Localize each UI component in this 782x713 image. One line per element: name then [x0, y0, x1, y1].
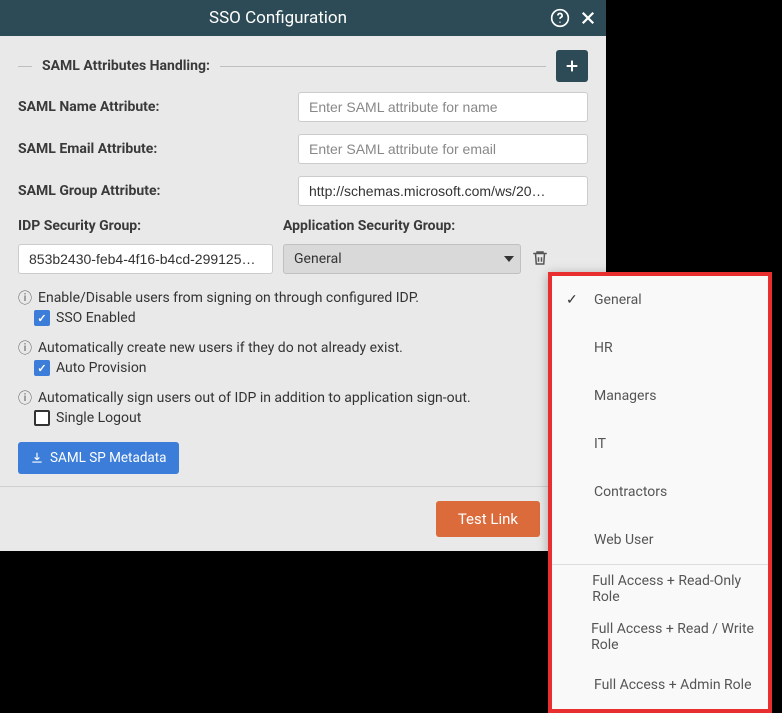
idp-group-input[interactable]: [18, 244, 273, 274]
sso-config-modal: SSO Configuration SAML Attributes Handli…: [0, 0, 606, 551]
dropdown-item-managers[interactable]: Managers: [552, 372, 768, 420]
close-icon[interactable]: [574, 4, 602, 32]
idp-group-label: IDP Security Group:: [18, 218, 283, 234]
modal-header: SSO Configuration: [0, 0, 606, 36]
test-link-button[interactable]: Test Link: [436, 501, 540, 537]
autoprov-desc: Automatically create new users if they d…: [38, 340, 403, 356]
dropdown-item-it[interactable]: IT: [552, 420, 768, 468]
dropdown-item-contractors[interactable]: Contractors: [552, 468, 768, 516]
info-icon: ⓘ: [18, 338, 34, 358]
dropdown-item-web-user[interactable]: Web User: [552, 516, 768, 564]
dropdown-item-full-admin[interactable]: Full Access + Admin Role: [552, 661, 768, 709]
sso-enabled-checkbox[interactable]: [34, 310, 50, 326]
check-icon: ✓: [566, 292, 584, 308]
help-icon[interactable]: [546, 4, 574, 32]
info-icon: ⓘ: [18, 288, 34, 308]
app-group-label: Application Security Group:: [283, 218, 455, 234]
email-attr-input[interactable]: [298, 134, 588, 164]
saml-metadata-button[interactable]: SAML SP Metadata: [18, 442, 179, 474]
modal-body: SAML Attributes Handling: SAML Name Attr…: [0, 36, 606, 486]
sso-desc: Enable/Disable users from signing on thr…: [38, 290, 419, 306]
app-group-dropdown[interactable]: General: [283, 244, 521, 274]
auto-provision-checkbox[interactable]: [34, 360, 50, 376]
dropdown-item-general[interactable]: ✓ General: [552, 276, 768, 324]
auto-provision-label: Auto Provision: [56, 360, 147, 376]
single-logout-label: Single Logout: [56, 410, 141, 426]
delete-mapping-button[interactable]: [531, 249, 551, 269]
info-icon: ⓘ: [18, 388, 34, 408]
sso-enabled-label: SSO Enabled: [56, 310, 136, 326]
name-attr-input[interactable]: [298, 92, 588, 122]
email-attr-label: SAML Email Attribute:: [18, 141, 298, 157]
meta-btn-label: SAML SP Metadata: [50, 450, 167, 466]
dropdown-selected-text: General: [294, 251, 504, 267]
dropdown-item-full-readonly[interactable]: Full Access + Read-Only Role: [552, 565, 768, 613]
modal-footer: Test Link S: [0, 486, 606, 551]
add-attribute-button[interactable]: [556, 50, 588, 82]
chevron-down-icon: [504, 256, 514, 262]
single-logout-checkbox[interactable]: [34, 410, 50, 426]
section-header: SAML Attributes Handling:: [18, 50, 588, 82]
app-group-dropdown-panel: ✓ General HR Managers IT Contractors Web…: [548, 272, 772, 713]
group-attr-input[interactable]: [298, 176, 588, 206]
dropdown-item-full-readwrite[interactable]: Full Access + Read / Write Role: [552, 613, 768, 661]
modal-title: SSO Configuration: [10, 8, 546, 28]
group-attr-label: SAML Group Attribute:: [18, 183, 298, 199]
section-title: SAML Attributes Handling:: [42, 58, 210, 74]
dropdown-item-hr[interactable]: HR: [552, 324, 768, 372]
slo-desc: Automatically sign users out of IDP in a…: [38, 390, 471, 406]
name-attr-label: SAML Name Attribute:: [18, 99, 298, 115]
